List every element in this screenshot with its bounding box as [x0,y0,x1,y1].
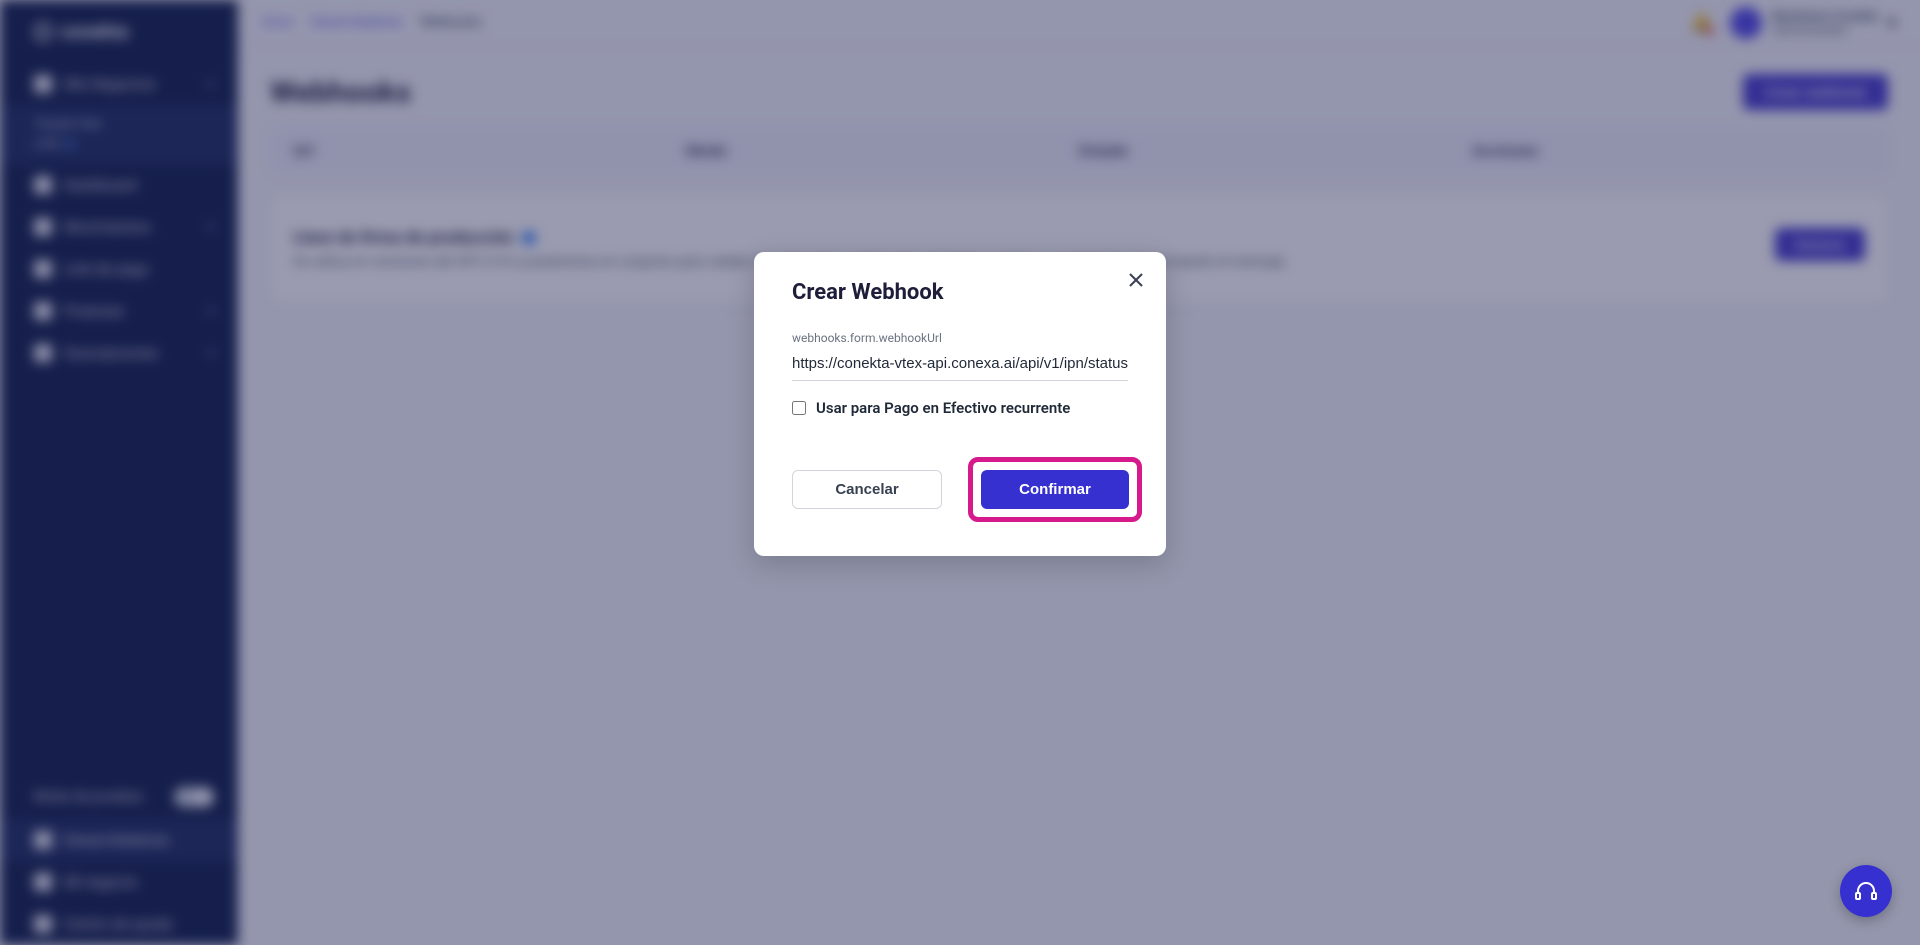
close-button[interactable] [1124,268,1148,292]
cancel-button[interactable]: Cancelar [792,470,942,509]
modal-overlay[interactable]: Crear Webhook webhooks.form.webhookUrl U… [0,0,1920,945]
webhook-url-input[interactable] [792,349,1128,381]
close-icon [1128,272,1144,288]
help-fab[interactable] [1840,865,1892,917]
headset-icon [1854,879,1878,903]
confirm-highlight-annotation: Confirmar [968,457,1142,522]
recurrent-cash-checkbox[interactable] [792,401,806,415]
create-webhook-modal: Crear Webhook webhooks.form.webhookUrl U… [754,252,1166,556]
modal-actions: Cancelar Confirmar [792,457,1128,522]
modal-title: Crear Webhook [792,280,1128,305]
confirm-button[interactable]: Confirmar [981,470,1129,509]
recurrent-cash-label[interactable]: Usar para Pago en Efectivo recurrente [816,399,1070,417]
url-field-label: webhooks.form.webhookUrl [792,331,1128,345]
